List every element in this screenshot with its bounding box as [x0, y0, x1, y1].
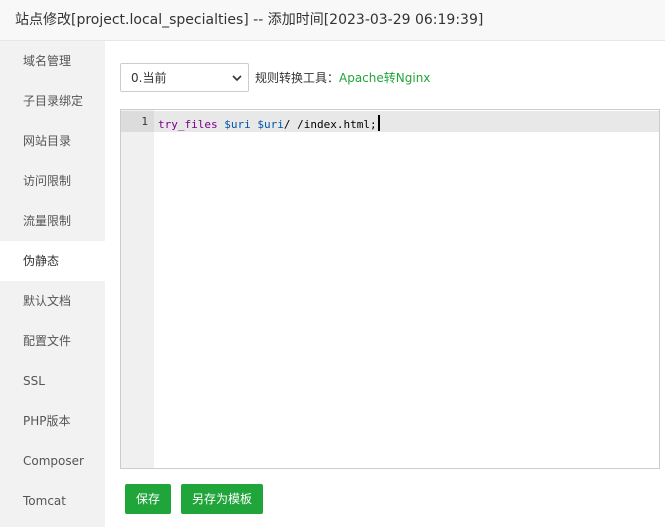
- sidebar-item-label: 子目录绑定: [23, 94, 84, 108]
- sidebar-item-label: 访问限制: [23, 174, 72, 188]
- save-as-template-label: 另存为模板: [191, 492, 252, 506]
- save-button[interactable]: 保存: [125, 484, 171, 514]
- sidebar-item-label: 流量限制: [23, 214, 72, 228]
- sidebar-item-access-limit[interactable]: 访问限制: [0, 161, 105, 201]
- code-keyword: try_files: [158, 118, 218, 131]
- sidebar-item-php-version[interactable]: PHP版本: [0, 401, 105, 441]
- rule-convert-tool-label: 规则转换工具：: [255, 71, 340, 85]
- line-number: 1: [141, 115, 148, 128]
- sidebar-item-label: SSL: [23, 374, 45, 388]
- chevron-down-icon: [232, 75, 242, 82]
- sidebar-item-rewrite[interactable]: 伪静态: [0, 241, 105, 281]
- sidebar-item-composer[interactable]: Composer: [0, 441, 105, 481]
- select-value: 0.当前: [131, 71, 167, 85]
- rewrite-panel: 0.当前 规则转换工具： Apache转Nginx 1 try_files $u…: [105, 41, 665, 527]
- sidebar-item-site-directory[interactable]: 网站目录: [0, 121, 105, 161]
- sidebar-item-label: Composer: [23, 454, 84, 468]
- sidebar-item-domain[interactable]: 域名管理: [0, 41, 105, 81]
- code-line[interactable]: try_files $uri $uri/ /index.html;: [158, 115, 380, 131]
- code-variable: $uri: [224, 118, 251, 131]
- sidebar-item-tomcat[interactable]: Tomcat: [0, 481, 105, 521]
- sidebar-item-label: 网站目录: [23, 134, 72, 148]
- sidebar-item-subdirectory-binding[interactable]: 子目录绑定: [0, 81, 105, 121]
- code-text: / /index.html;: [283, 118, 377, 131]
- sidebar-item-label: Tomcat: [23, 494, 66, 508]
- sidebar-item-default-document[interactable]: 默认文档: [0, 281, 105, 321]
- apache-to-nginx-link[interactable]: Apache转Nginx: [339, 71, 430, 85]
- sidebar-item-config-file[interactable]: 配置文件: [0, 321, 105, 361]
- site-edit-dialog: 站点修改[project.local_specialties] -- 添加时间[…: [0, 0, 665, 527]
- sidebar-item-label: 域名管理: [23, 54, 72, 68]
- sidebar-item-label: 默认文档: [23, 294, 72, 308]
- rewrite-template-select[interactable]: 0.当前: [120, 63, 249, 92]
- save-as-template-button[interactable]: 另存为模板: [181, 484, 263, 514]
- dialog-titlebar: 站点修改[project.local_specialties] -- 添加时间[…: [0, 0, 665, 41]
- editor-gutter: [121, 110, 154, 468]
- text-cursor: [377, 115, 380, 131]
- sidebar: 域名管理 子目录绑定 网站目录 访问限制 流量限制 伪静态 默认文档 配置文件 …: [0, 41, 105, 527]
- sidebar-item-label: 伪静态: [23, 254, 60, 268]
- rewrite-code-editor[interactable]: 1 try_files $uri $uri/ /index.html;: [120, 109, 660, 469]
- sidebar-item-traffic-limit[interactable]: 流量限制: [0, 201, 105, 241]
- sidebar-item-label: 配置文件: [23, 334, 72, 348]
- code-variable: $uri: [257, 118, 284, 131]
- sidebar-item-ssl[interactable]: SSL: [0, 361, 105, 401]
- sidebar-item-label: PHP版本: [23, 414, 71, 428]
- dialog-title: 站点修改[project.local_specialties] -- 添加时间[…: [15, 12, 484, 28]
- save-button-label: 保存: [135, 492, 160, 506]
